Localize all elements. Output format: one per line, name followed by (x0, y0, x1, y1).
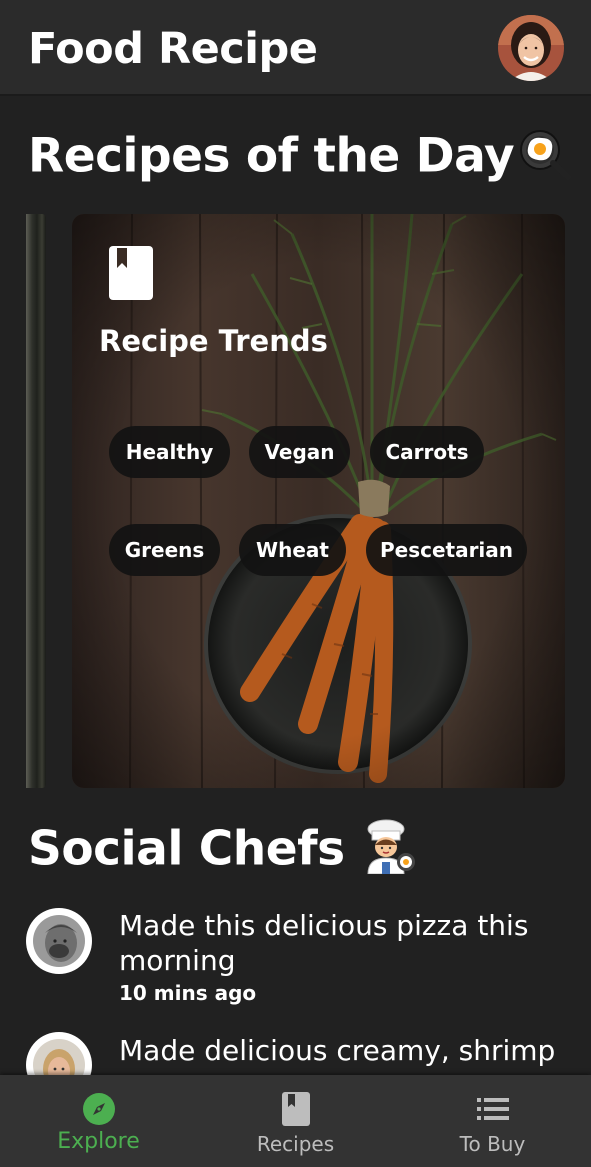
bottom-navigation: Explore Recipes To Buy (0, 1075, 591, 1167)
nav-item-recipes[interactable]: Recipes (197, 1075, 394, 1167)
social-chefs-title: Social Chefs (28, 821, 345, 877)
profile-avatar[interactable] (498, 15, 564, 81)
recipe-trends-title: Recipe Trends (99, 324, 328, 358)
tag-chip-carrots[interactable]: Carrots (370, 426, 484, 478)
book-icon (281, 1092, 310, 1130)
book-icon (109, 246, 153, 300)
nav-label-explore: Explore (57, 1129, 140, 1154)
woman-cook-icon (360, 818, 418, 886)
chef-photo (33, 915, 85, 967)
post-text: Made this delicious pizza this morning (119, 909, 529, 977)
post-time: 10 mins ago (119, 981, 257, 1005)
tag-chip-vegan[interactable]: Vegan (249, 426, 350, 478)
chef-avatar[interactable] (26, 908, 92, 974)
tag-chip-pescetarian[interactable]: Pescetarian (366, 524, 527, 576)
profile-photo (498, 15, 564, 81)
post-text: Made delicious creamy, shrimp (119, 1034, 556, 1067)
previous-recipe-card[interactable] (26, 214, 46, 788)
tag-chip-healthy[interactable]: Healthy (109, 426, 230, 478)
frying-pan-egg-icon (514, 126, 572, 192)
nav-label-recipes: Recipes (256, 1132, 335, 1156)
nav-item-to-buy[interactable]: To Buy (394, 1075, 591, 1167)
app-title: Food Recipe (28, 24, 318, 74)
carrots-photo (72, 214, 565, 788)
tag-chip-wheat[interactable]: Wheat (239, 524, 346, 576)
nav-label-to-buy: To Buy (459, 1132, 526, 1156)
recipe-trends-card[interactable] (72, 214, 565, 788)
social-chefs-heading: Social Chefs (28, 818, 418, 886)
nav-item-explore[interactable]: Explore (0, 1075, 197, 1167)
tag-chip-greens[interactable]: Greens (109, 524, 220, 576)
app-bar: Food Recipe (0, 0, 591, 96)
list-icon (476, 1098, 509, 1124)
recipes-of-the-day-heading: Recipes of the Day (28, 126, 572, 192)
recipes-of-the-day-title: Recipes of the Day (28, 128, 515, 184)
compass-icon (82, 1092, 116, 1130)
